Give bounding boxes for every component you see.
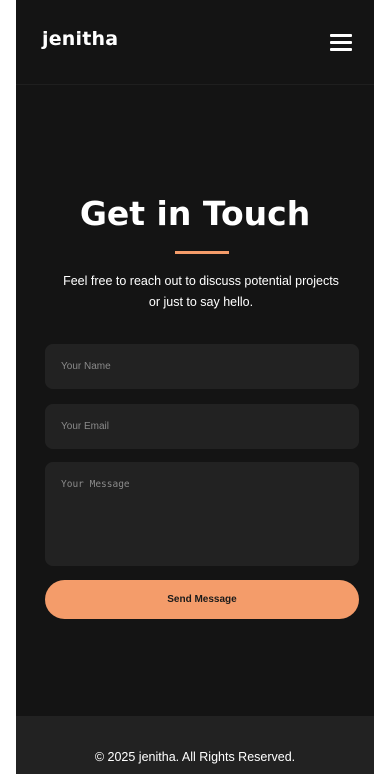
send-message-button[interactable]: Send Message (45, 580, 359, 619)
hamburger-menu-icon[interactable] (330, 34, 352, 52)
menu-bar-bottom (330, 48, 352, 51)
menu-bar-middle (330, 41, 352, 44)
message-textarea[interactable] (45, 462, 359, 566)
title-underline (175, 251, 229, 254)
footer: © 2025 jenitha. All Rights Reserved. (16, 716, 374, 774)
page-title: Get in Touch (79, 194, 311, 233)
name-input[interactable] (45, 344, 359, 389)
navbar: jenitha (16, 0, 374, 85)
section-subtitle: Feel free to reach out to discuss potent… (63, 274, 339, 309)
email-input[interactable] (45, 404, 359, 449)
brand-logo[interactable]: jenitha (42, 28, 118, 50)
footer-copyright: © 2025 jenitha. All Rights Reserved. (94, 750, 296, 764)
page: jenitha Get in Touch Feel free to reach … (16, 0, 374, 774)
menu-bar-top (330, 34, 352, 37)
